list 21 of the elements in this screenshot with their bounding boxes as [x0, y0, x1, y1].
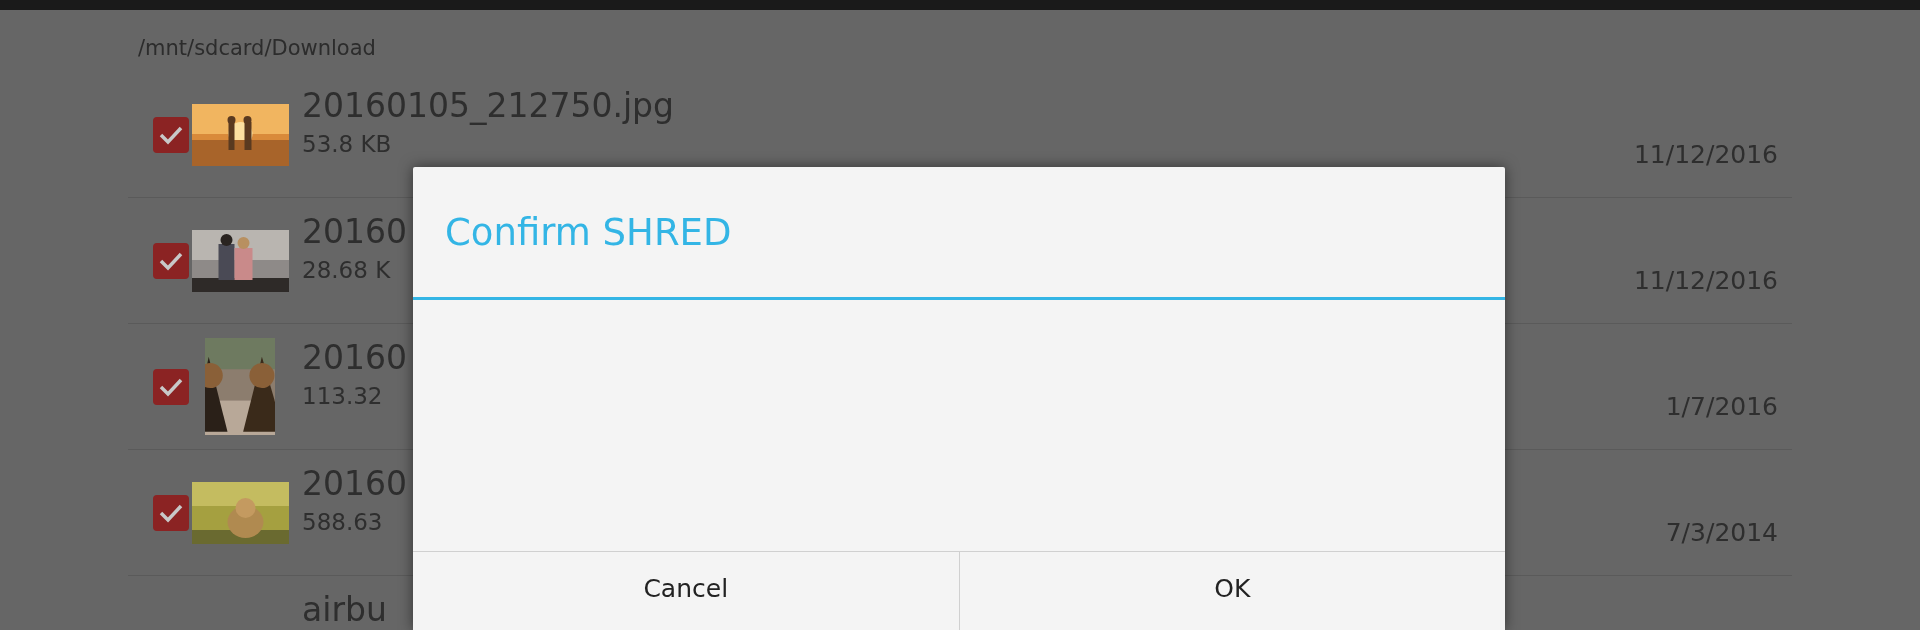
file-name: 20160 — [302, 212, 407, 251]
file-name: 20160105_212750.jpg — [302, 86, 674, 125]
checkbox[interactable] — [153, 494, 189, 531]
checkbox[interactable] — [153, 116, 189, 153]
file-date: 11/12/2016 — [1633, 140, 1779, 171]
ok-button[interactable]: OK — [958, 552, 1505, 630]
file-size: 588.63 — [302, 509, 383, 535]
cancel-button[interactable]: Cancel — [413, 552, 959, 630]
file-date: 1/7/2016 — [1665, 392, 1779, 423]
file-name: airbu — [302, 590, 387, 629]
dialog-title: Confirm SHRED — [445, 210, 732, 254]
file-size: 28.68 K — [302, 257, 391, 283]
folder-path: /mnt/sdcard/Download — [137, 35, 377, 62]
file-size: 113.32 — [302, 383, 383, 409]
file-name: 20160 — [302, 338, 407, 377]
checkbox[interactable] — [153, 242, 189, 279]
file-name: 20160 — [302, 464, 407, 503]
file-size: 53.8 KB — [302, 131, 392, 157]
file-date: 7/3/2014 — [1665, 518, 1779, 549]
checkbox[interactable] — [153, 368, 189, 405]
file-date: 11/12/2016 — [1633, 266, 1779, 297]
